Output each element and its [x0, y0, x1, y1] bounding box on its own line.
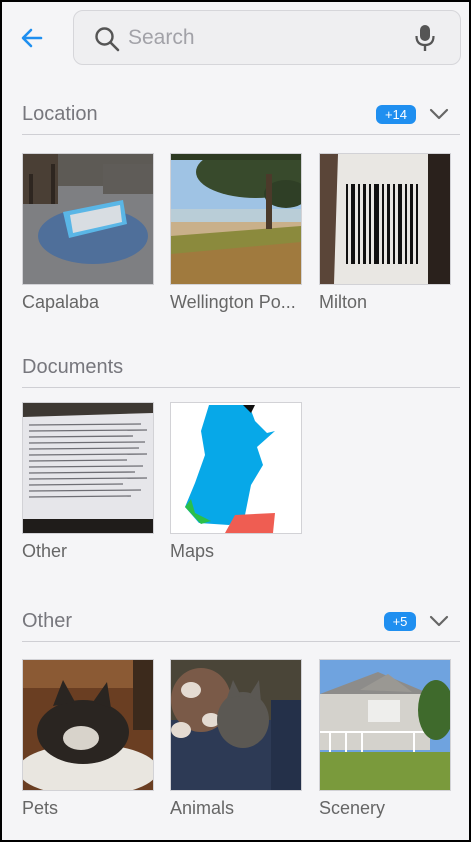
- album-label: Pets: [22, 798, 59, 818]
- album-label: Animals: [170, 798, 235, 818]
- album-tile-wellington-point[interactable]: Wellington Po...: [170, 153, 302, 313]
- album-label: Maps: [170, 541, 215, 561]
- album-thumbnail: [170, 153, 302, 285]
- gallery-screen: Location +14 Capalaba: [2, 2, 469, 840]
- microphone-icon[interactable]: [413, 24, 437, 52]
- section-header-documents: Documents: [22, 348, 460, 388]
- album-label: Scenery: [319, 798, 386, 818]
- divider: [22, 641, 460, 642]
- album-tile-milton[interactable]: Milton: [319, 153, 451, 313]
- chevron-down-icon[interactable]: [426, 610, 452, 632]
- back-arrow-icon: [21, 28, 43, 48]
- album-thumbnail: [170, 402, 302, 534]
- album-tile-maps[interactable]: Maps: [170, 402, 302, 562]
- count-badge: +5: [384, 612, 416, 631]
- album-thumbnail: [22, 659, 154, 791]
- album-thumbnail: [319, 659, 451, 791]
- album-thumbnail: [170, 659, 302, 791]
- search-input[interactable]: [128, 21, 398, 55]
- back-button[interactable]: [16, 22, 48, 54]
- album-tile-other-documents[interactable]: Other: [22, 402, 154, 562]
- count-badge: +14: [376, 105, 416, 124]
- divider: [22, 134, 460, 135]
- section-header-other: Other +5: [22, 602, 460, 642]
- section-header-location: Location +14: [22, 95, 460, 135]
- chevron-down-icon[interactable]: [426, 103, 452, 125]
- search-bar[interactable]: [73, 10, 461, 65]
- album-tile-capalaba[interactable]: Capalaba: [22, 153, 154, 313]
- album-tile-pets[interactable]: Pets: [22, 659, 154, 819]
- album-label: Milton: [319, 292, 368, 312]
- album-label: Capalaba: [22, 292, 100, 312]
- section-title: Other: [22, 610, 73, 632]
- top-bar: [2, 2, 469, 74]
- album-tile-animals[interactable]: Animals: [170, 659, 302, 819]
- album-label: Wellington Po...: [170, 292, 296, 312]
- album-thumbnail: [22, 153, 154, 285]
- album-label: Other: [22, 541, 68, 561]
- album-thumbnail: [319, 153, 451, 285]
- section-title: Documents: [22, 356, 124, 378]
- divider: [22, 387, 460, 388]
- search-icon: [95, 27, 120, 52]
- album-thumbnail: [22, 402, 154, 534]
- section-title: Location: [22, 103, 98, 125]
- album-tile-scenery[interactable]: Scenery: [319, 659, 451, 819]
